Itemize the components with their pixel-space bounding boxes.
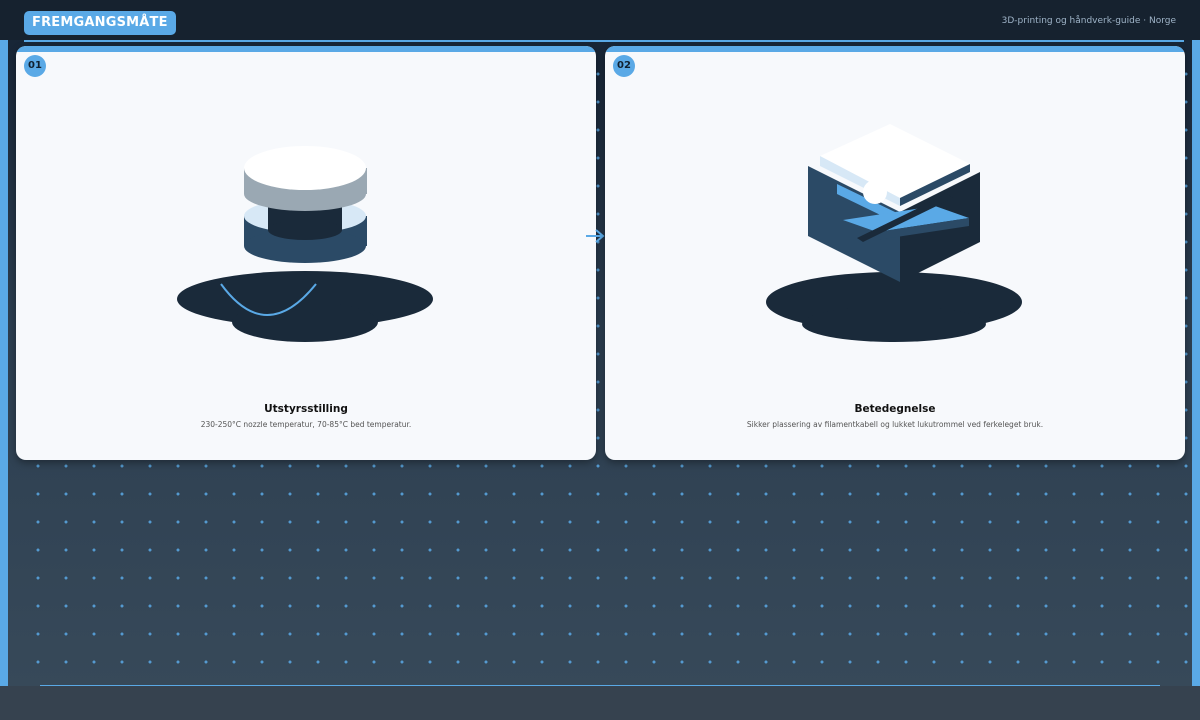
nozzle-stack-icon [177, 146, 433, 342]
header-rule [24, 40, 1184, 42]
printer-cube-icon [766, 124, 1022, 342]
step-description: 230-250°C nozzle temperatur, 70-85°C bed… [200, 420, 412, 429]
right-accent-bar [1192, 40, 1200, 686]
step-title: Betedegnelse [854, 403, 936, 415]
step-card-1: 01 Utstyrsstilling 230-250°C nozzle temp… [16, 46, 596, 460]
left-accent-bar [0, 40, 8, 686]
step-number: 02 [613, 55, 635, 77]
arrow-right-icon [586, 229, 605, 243]
section-badge: FREMGANGSMÅTE [24, 11, 176, 35]
top-bar: FREMGANGSMÅTE 3D-printing og håndverk-gu… [0, 0, 1200, 40]
step-title: Utstyrsstilling [264, 403, 348, 415]
step-description: Sikker plassering av filamentkabell og l… [746, 420, 1044, 429]
step-card-2: 02 Betedegnelse Sikker plassering av fil… [605, 46, 1185, 460]
step-number: 01 [24, 55, 46, 77]
footer-bar [0, 686, 1200, 720]
brand-text: 3D-printing og håndverk-guide · Norge [1001, 16, 1176, 26]
